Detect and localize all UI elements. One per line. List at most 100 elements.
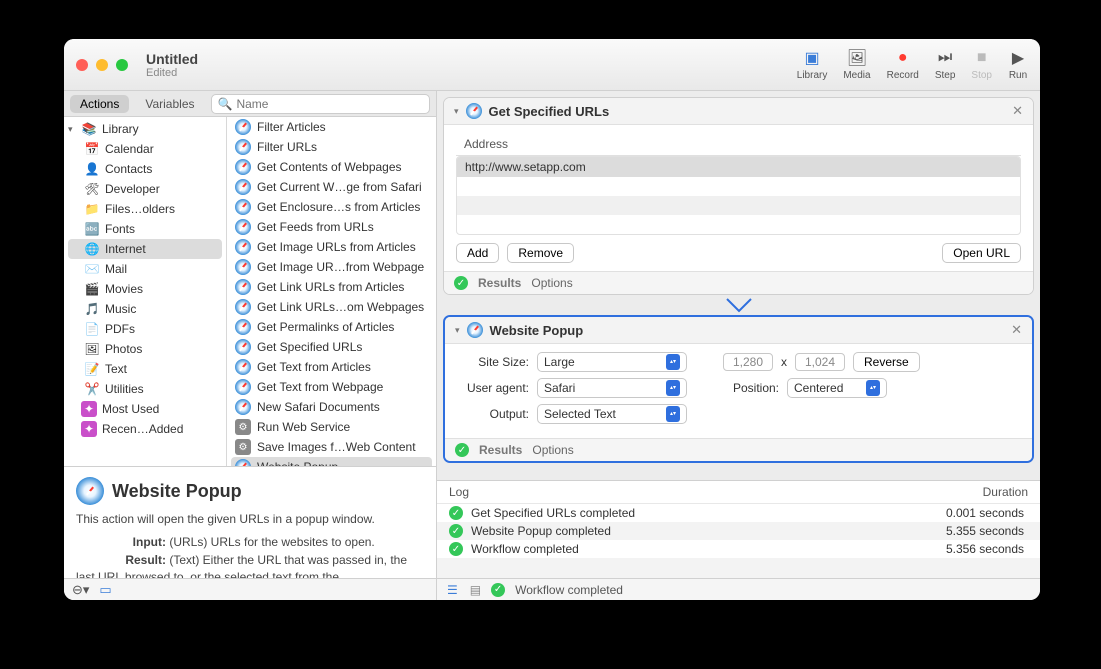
options-label[interactable]: Options <box>531 276 572 290</box>
sidebar-item-contacts[interactable]: 👤Contacts <box>64 159 226 179</box>
check-icon: ✓ <box>454 276 468 290</box>
toolbar-library[interactable]: ▣ Library <box>797 48 828 81</box>
search-field[interactable]: 🔍 <box>211 94 431 114</box>
category-icon: 📄 <box>84 321 100 337</box>
table-row[interactable]: http://www.setapp.com <box>457 157 1020 177</box>
library-pane: Actions Variables 🔍 ▾📚Library📅Calendar👤C… <box>64 91 437 600</box>
toolbar-run[interactable]: ▶ Run <box>1008 48 1028 81</box>
width-input[interactable]: 1,280 <box>723 353 773 371</box>
category-icon: 👤 <box>84 161 100 177</box>
toolbar-step[interactable]: ⏭ Step <box>935 48 956 81</box>
description-body: This action will open the given URLs in … <box>76 511 424 528</box>
safari-icon <box>235 179 251 195</box>
step-icon: ⏭ <box>935 48 955 68</box>
output-select[interactable]: Selected Text▴▾ <box>537 404 687 424</box>
toolbar-stop: ■ Stop <box>971 48 992 81</box>
site-size-select[interactable]: Large▴▾ <box>537 352 687 372</box>
sidebar-item-text[interactable]: 📝Text <box>64 359 226 379</box>
safari-icon <box>235 279 251 295</box>
results-label[interactable]: Results <box>478 276 521 290</box>
action-item[interactable]: Website Popup <box>231 457 432 466</box>
list-view-icon[interactable]: ☰ <box>447 583 458 597</box>
sidebar-item-mostused[interactable]: ✦Most Used <box>64 399 226 419</box>
action-item[interactable]: Get Text from Webpage <box>227 377 436 397</box>
action-item[interactable]: Get Specified URLs <box>227 337 436 357</box>
options-label[interactable]: Options <box>532 443 573 457</box>
workflow-pane: ▾ Get Specified URLs ✕ Address http://ww… <box>437 91 1040 600</box>
address-header: Address <box>456 133 1021 156</box>
add-button[interactable]: Add <box>456 243 499 263</box>
close-window-button[interactable] <box>76 59 88 71</box>
sidebar-item-filesolders[interactable]: 📁Files…olders <box>64 199 226 219</box>
action-item[interactable]: Get Image UR…from Webpage <box>227 257 436 277</box>
action-item[interactable]: New Safari Documents <box>227 397 436 417</box>
minimize-window-button[interactable] <box>96 59 108 71</box>
table-row[interactable] <box>457 177 1020 196</box>
table-row[interactable] <box>457 196 1020 215</box>
settings-icon[interactable]: ⊖▾ <box>72 582 89 598</box>
close-icon[interactable]: ✕ <box>1011 322 1022 338</box>
action-item[interactable]: Get Contents of Webpages <box>227 157 436 177</box>
check-icon: ✓ <box>491 583 505 597</box>
sidebar-item-music[interactable]: 🎵Music <box>64 299 226 319</box>
media-icon: 🖼 <box>847 48 867 68</box>
flow-view-icon[interactable]: ▤ <box>470 583 481 597</box>
tab-variables[interactable]: Variables <box>135 95 204 113</box>
library-root[interactable]: ▾📚Library <box>64 119 226 139</box>
workflow-step-get-urls[interactable]: ▾ Get Specified URLs ✕ Address http://ww… <box>443 97 1034 295</box>
sidebar-item-mail[interactable]: ✉️Mail <box>64 259 226 279</box>
workflow-step-website-popup[interactable]: ▾ Website Popup ✕ Site Size: Large▴▾ 1,2… <box>443 315 1034 463</box>
safari-icon <box>235 259 251 275</box>
action-item[interactable]: Get Image URLs from Articles <box>227 237 436 257</box>
toolbar-record[interactable]: ● Record <box>887 48 919 81</box>
chevron-down-icon[interactable]: ▾ <box>455 325 460 336</box>
chevron-down-icon[interactable]: ▾ <box>68 124 76 135</box>
height-input[interactable]: 1,024 <box>795 353 845 371</box>
sidebar-item-developer[interactable]: 🛠Developer <box>64 179 226 199</box>
action-item[interactable]: Get Enclosure…s from Articles <box>227 197 436 217</box>
sidebar-item-internet[interactable]: 🌐Internet <box>68 239 222 259</box>
action-item[interactable]: Get Link URLs…om Webpages <box>227 297 436 317</box>
check-icon: ✓ <box>449 542 463 556</box>
action-item[interactable]: Filter Articles <box>227 117 436 137</box>
safari-icon <box>235 319 251 335</box>
safari-icon <box>235 119 251 135</box>
folder-icon: 📚 <box>81 121 97 137</box>
search-input[interactable] <box>236 97 423 111</box>
close-icon[interactable]: ✕ <box>1012 103 1023 119</box>
reverse-button[interactable]: Reverse <box>853 352 920 372</box>
sidebar-item-calendar[interactable]: 📅Calendar <box>64 139 226 159</box>
action-list[interactable]: Filter ArticlesFilter URLsGet Contents o… <box>227 117 436 466</box>
zoom-window-button[interactable] <box>116 59 128 71</box>
safari-icon <box>235 139 251 155</box>
sidebar-item-fonts[interactable]: 🔤Fonts <box>64 219 226 239</box>
category-icon: 📅 <box>84 141 100 157</box>
action-item[interactable]: Get Feeds from URLs <box>227 217 436 237</box>
results-label[interactable]: Results <box>479 443 522 457</box>
action-item[interactable]: ⚙Save Images f…Web Content <box>227 437 436 457</box>
safari-icon <box>235 459 251 466</box>
table-row[interactable] <box>457 215 1020 234</box>
action-item[interactable]: Get Permalinks of Articles <box>227 317 436 337</box>
flow-icon[interactable]: ▭ <box>99 582 111 598</box>
sidebar-item-recenadded[interactable]: ✦Recen…Added <box>64 419 226 439</box>
sidebar-item-movies[interactable]: 🎬Movies <box>64 279 226 299</box>
sidebar-item-photos[interactable]: 🖼Photos <box>64 339 226 359</box>
toolbar-media[interactable]: 🖼 Media <box>843 48 870 81</box>
action-item[interactable]: Get Link URLs from Articles <box>227 277 436 297</box>
safari-icon <box>235 359 251 375</box>
tab-actions[interactable]: Actions <box>70 95 129 113</box>
remove-button[interactable]: Remove <box>507 243 574 263</box>
open-url-button[interactable]: Open URL <box>942 243 1021 263</box>
action-item[interactable]: Filter URLs <box>227 137 436 157</box>
user-agent-select[interactable]: Safari▴▾ <box>537 378 687 398</box>
library-tree[interactable]: ▾📚Library📅Calendar👤Contacts🛠Developer📁Fi… <box>64 117 227 466</box>
sidebar-item-pdfs[interactable]: 📄PDFs <box>64 319 226 339</box>
action-item[interactable]: Get Text from Articles <box>227 357 436 377</box>
sidebar-item-utilities[interactable]: ✂️Utilities <box>64 379 226 399</box>
action-item[interactable]: ⚙Run Web Service <box>227 417 436 437</box>
url-table[interactable]: http://www.setapp.com <box>456 156 1021 235</box>
chevron-down-icon[interactable]: ▾ <box>454 106 459 117</box>
position-select[interactable]: Centered▴▾ <box>787 378 887 398</box>
action-item[interactable]: Get Current W…ge from Safari <box>227 177 436 197</box>
